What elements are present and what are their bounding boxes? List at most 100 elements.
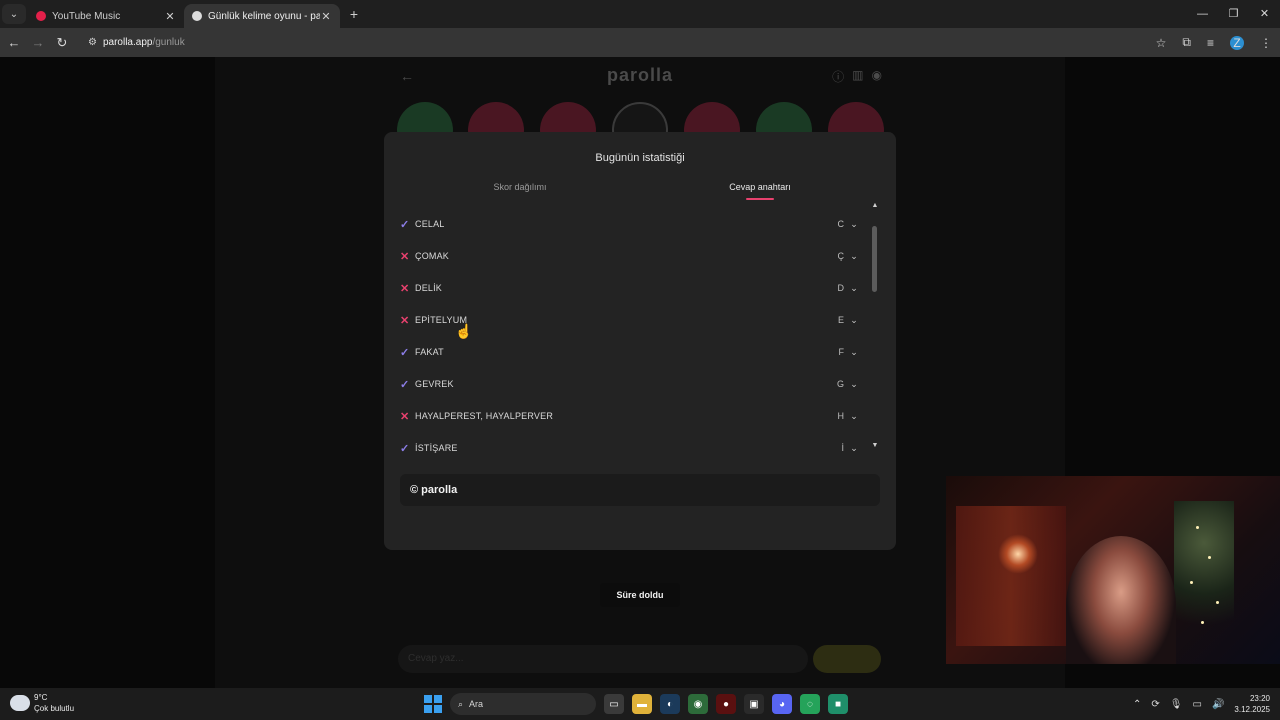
answer-row[interactable]: ✓ FAKAT F ⌄ (400, 336, 860, 368)
tab-answer-key[interactable]: Cevap anahtarı (680, 182, 840, 192)
discord-icon[interactable]: ◕ (772, 694, 792, 714)
scroll-down-icon[interactable]: ▼ (871, 442, 879, 449)
share-box: © parolla (400, 474, 880, 506)
info-icon[interactable]: ⓘ (832, 68, 844, 85)
menu-icon[interactable]: ⋮ (1260, 36, 1272, 50)
clock[interactable]: 23:20 3.12.2025 (1234, 693, 1270, 715)
task-view-icon[interactable]: ▭ (604, 694, 624, 714)
windows-start-icon[interactable] (424, 695, 442, 713)
answer-word: FAKAT (415, 347, 444, 357)
media-controls-icon[interactable]: ≡ (1207, 36, 1214, 50)
answer-row[interactable]: ✕ DELİK D ⌄ (400, 272, 860, 304)
file-explorer-icon[interactable]: ▬ (632, 694, 652, 714)
scrollbar[interactable]: ▲ ▼ (871, 202, 879, 452)
user-icon[interactable]: ◉ (872, 68, 882, 85)
browser-tab-bar: ⌄ YouTube Music ✕ Günlük kelime oyunu - … (0, 0, 1280, 28)
answer-word: DELİK (415, 283, 443, 293)
answer-row[interactable]: ✓ GEVREK G ⌄ (400, 368, 860, 400)
app-green-icon[interactable]: ■ (828, 694, 848, 714)
answer-word: İSTİŞARE (415, 443, 458, 453)
cross-icon: ✕ (400, 250, 410, 263)
tab-title: Günlük kelime oyunu - parolla (208, 10, 320, 22)
app-header: ← parolla ⓘ ▥ ◉ (384, 63, 896, 87)
tree-light (1216, 601, 1219, 604)
profile-avatar[interactable]: Z (1230, 35, 1244, 50)
chevron-down-icon[interactable]: ⌄ (848, 315, 860, 326)
toolbar-right: ☆ ⧉ ≡ Z ⋮ (1156, 28, 1272, 57)
date: 3.12.2025 (1234, 705, 1270, 714)
search-label: Ara (469, 699, 484, 709)
terminal-icon[interactable]: ▣ (744, 694, 764, 714)
app-logo: parolla (606, 65, 674, 85)
lamp-image (998, 534, 1038, 574)
chevron-down-icon[interactable]: ⌄ (848, 411, 860, 422)
answer-input[interactable]: Cevap yaz... (398, 645, 808, 673)
app-red-icon[interactable]: ● (716, 694, 736, 714)
timeout-button[interactable]: Süre doldu (600, 583, 680, 607)
tab-score-distribution[interactable]: Skor dağılımı (440, 182, 600, 192)
chevron-down-icon[interactable]: ⌄ (848, 283, 860, 294)
sync-icon[interactable]: ⟳ (1151, 699, 1159, 710)
tree-light (1201, 621, 1204, 624)
site-info-icon[interactable]: ⚙ (88, 37, 97, 48)
answer-letter: E (837, 315, 844, 325)
chevron-down-icon[interactable]: ⌄ (848, 219, 860, 230)
cross-icon: ✕ (400, 410, 410, 423)
streamer-image (1066, 536, 1176, 664)
answer-row[interactable]: ✓ İSTİŞARE İ ⌄ (400, 432, 860, 464)
extensions-icon[interactable]: ⧉ (1182, 35, 1191, 50)
forward-icon[interactable]: → (26, 35, 50, 50)
url-host: parolla.app (102, 37, 153, 48)
bookmark-star-icon[interactable]: ☆ (1156, 36, 1167, 50)
check-icon: ✓ (400, 346, 410, 359)
close-window-icon[interactable]: ✕ (1249, 0, 1280, 28)
temperature: 9°C (34, 693, 48, 702)
tab-search-button[interactable]: ⌄ (2, 4, 26, 24)
tree-light (1190, 581, 1193, 584)
answer-word: EPİTELYUM (415, 315, 468, 325)
tab-youtube-music[interactable]: YouTube Music ✕ (28, 4, 184, 28)
stats-icon[interactable]: ▥ (852, 68, 863, 85)
scrollbar-thumb[interactable] (872, 226, 877, 292)
stats-modal: Bugünün istatistiği Skor dağılımı Cevap … (384, 132, 896, 607)
active-tab-indicator (746, 198, 774, 200)
close-tab-icon[interactable]: ✕ (320, 10, 332, 23)
scroll-up-icon[interactable]: ▲ (871, 202, 879, 209)
taskbar-apps: ⌕ Ara ▭ ▬ ◐ ◉ ● ▣ ◕ ◌ ■ (424, 692, 848, 716)
chevron-down-icon[interactable]: ⌄ (848, 347, 860, 358)
taskbar-search[interactable]: ⌕ Ara (450, 693, 596, 715)
minimize-icon[interactable]: — (1187, 0, 1218, 28)
chrome-icon[interactable]: ◉ (688, 694, 708, 714)
volume-icon[interactable]: 🔊 (1212, 699, 1224, 710)
reload-icon[interactable]: ↻ (50, 35, 74, 51)
microphone-icon[interactable]: 🎙 (1170, 699, 1183, 710)
chevron-down-icon[interactable]: ⌄ (848, 251, 860, 262)
check-icon: ✓ (400, 442, 410, 455)
steam-icon[interactable]: ◐ (660, 694, 680, 714)
back-icon[interactable]: ← (2, 35, 26, 50)
submit-button[interactable] (813, 645, 881, 673)
answer-letter: İ (841, 443, 844, 453)
answer-row[interactable]: ✕ ÇOMAK Ç ⌄ (400, 240, 860, 272)
cross-icon: ✕ (400, 314, 410, 327)
answer-word: ÇOMAK (415, 251, 450, 261)
new-tab-button[interactable]: + (344, 6, 364, 22)
chevron-up-icon[interactable]: ⌃ (1133, 699, 1141, 710)
address-bar-row: ← → ↻ ⚙ parolla.app/gunluk ☆ ⧉ ≡ Z ⋮ (0, 28, 1280, 57)
restore-icon[interactable]: ❐ (1218, 0, 1249, 28)
url-field[interactable]: ⚙ parolla.app/gunluk (82, 32, 1132, 54)
close-tab-icon[interactable]: ✕ (164, 10, 176, 23)
weather-widget[interactable]: 9°C Çok bulutlu (10, 692, 74, 714)
curtain-image (956, 506, 1066, 646)
display-icon[interactable]: ▭ (1193, 699, 1202, 710)
answer-letter: H (837, 411, 845, 421)
header-icons: ⓘ ▥ ◉ (832, 68, 882, 85)
weather-condition: Çok bulutlu (34, 704, 75, 713)
answer-row[interactable]: ✕ HAYALPEREST, HAYALPERVER H ⌄ (400, 400, 860, 432)
tab-parolla[interactable]: Günlük kelime oyunu - parolla ✕ (184, 4, 340, 28)
chevron-down-icon[interactable]: ⌄ (848, 443, 860, 454)
chevron-down-icon[interactable]: ⌄ (848, 379, 860, 390)
whatsapp-icon[interactable]: ◌ (800, 694, 820, 714)
tab-title: YouTube Music (52, 10, 121, 22)
answer-row[interactable]: ✓ CELAL C ⌄ (400, 208, 860, 240)
